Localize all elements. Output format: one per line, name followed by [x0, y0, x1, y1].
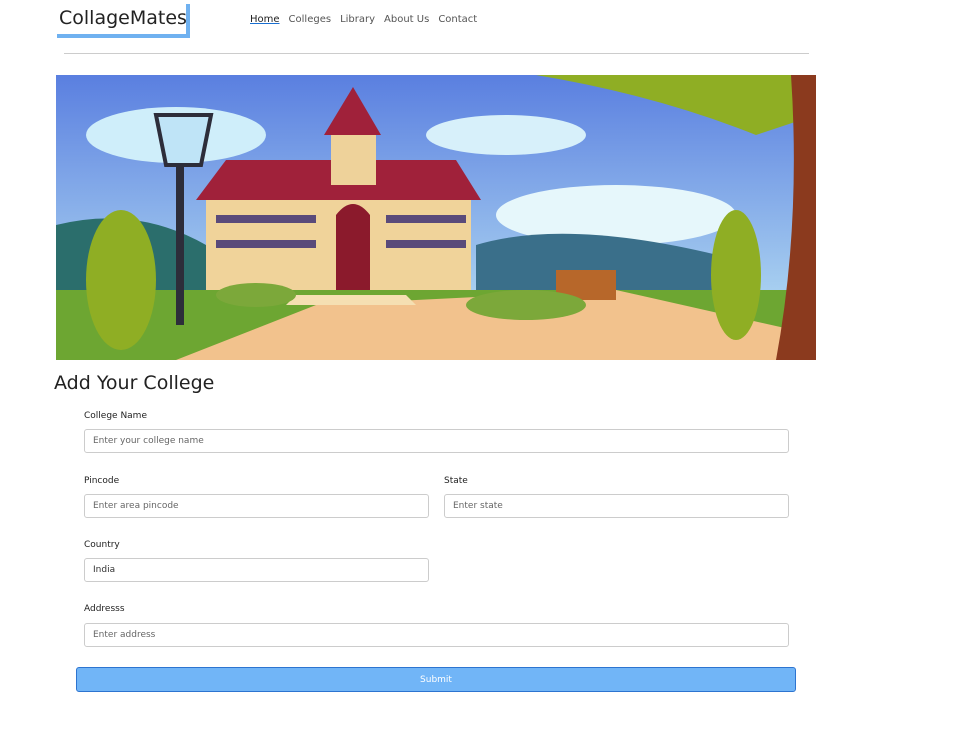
form-title: Add Your College: [54, 372, 215, 394]
nav-home[interactable]: Home: [250, 14, 280, 25]
state-input[interactable]: [444, 494, 789, 518]
nav-contact[interactable]: Contact: [438, 14, 477, 25]
nav-library[interactable]: Library: [340, 14, 375, 25]
nav-colleges[interactable]: Colleges: [289, 14, 332, 25]
submit-button[interactable]: Submit: [76, 667, 796, 692]
divider: [64, 53, 809, 54]
country-label: Country: [84, 540, 120, 550]
address-label: Addresss: [84, 604, 125, 614]
country-input[interactable]: [84, 558, 429, 582]
brand-logo[interactable]: CollageMates: [57, 4, 190, 38]
college-name-input[interactable]: [84, 429, 789, 453]
address-input[interactable]: [84, 623, 789, 647]
hero-image: [56, 75, 816, 360]
state-label: State: [444, 476, 468, 486]
college-name-label: College Name: [84, 411, 147, 421]
pincode-label: Pincode: [84, 476, 120, 486]
main-nav: Home Colleges Library About Us Contact: [250, 14, 477, 25]
pincode-input[interactable]: [84, 494, 429, 518]
nav-about-us[interactable]: About Us: [384, 14, 429, 25]
